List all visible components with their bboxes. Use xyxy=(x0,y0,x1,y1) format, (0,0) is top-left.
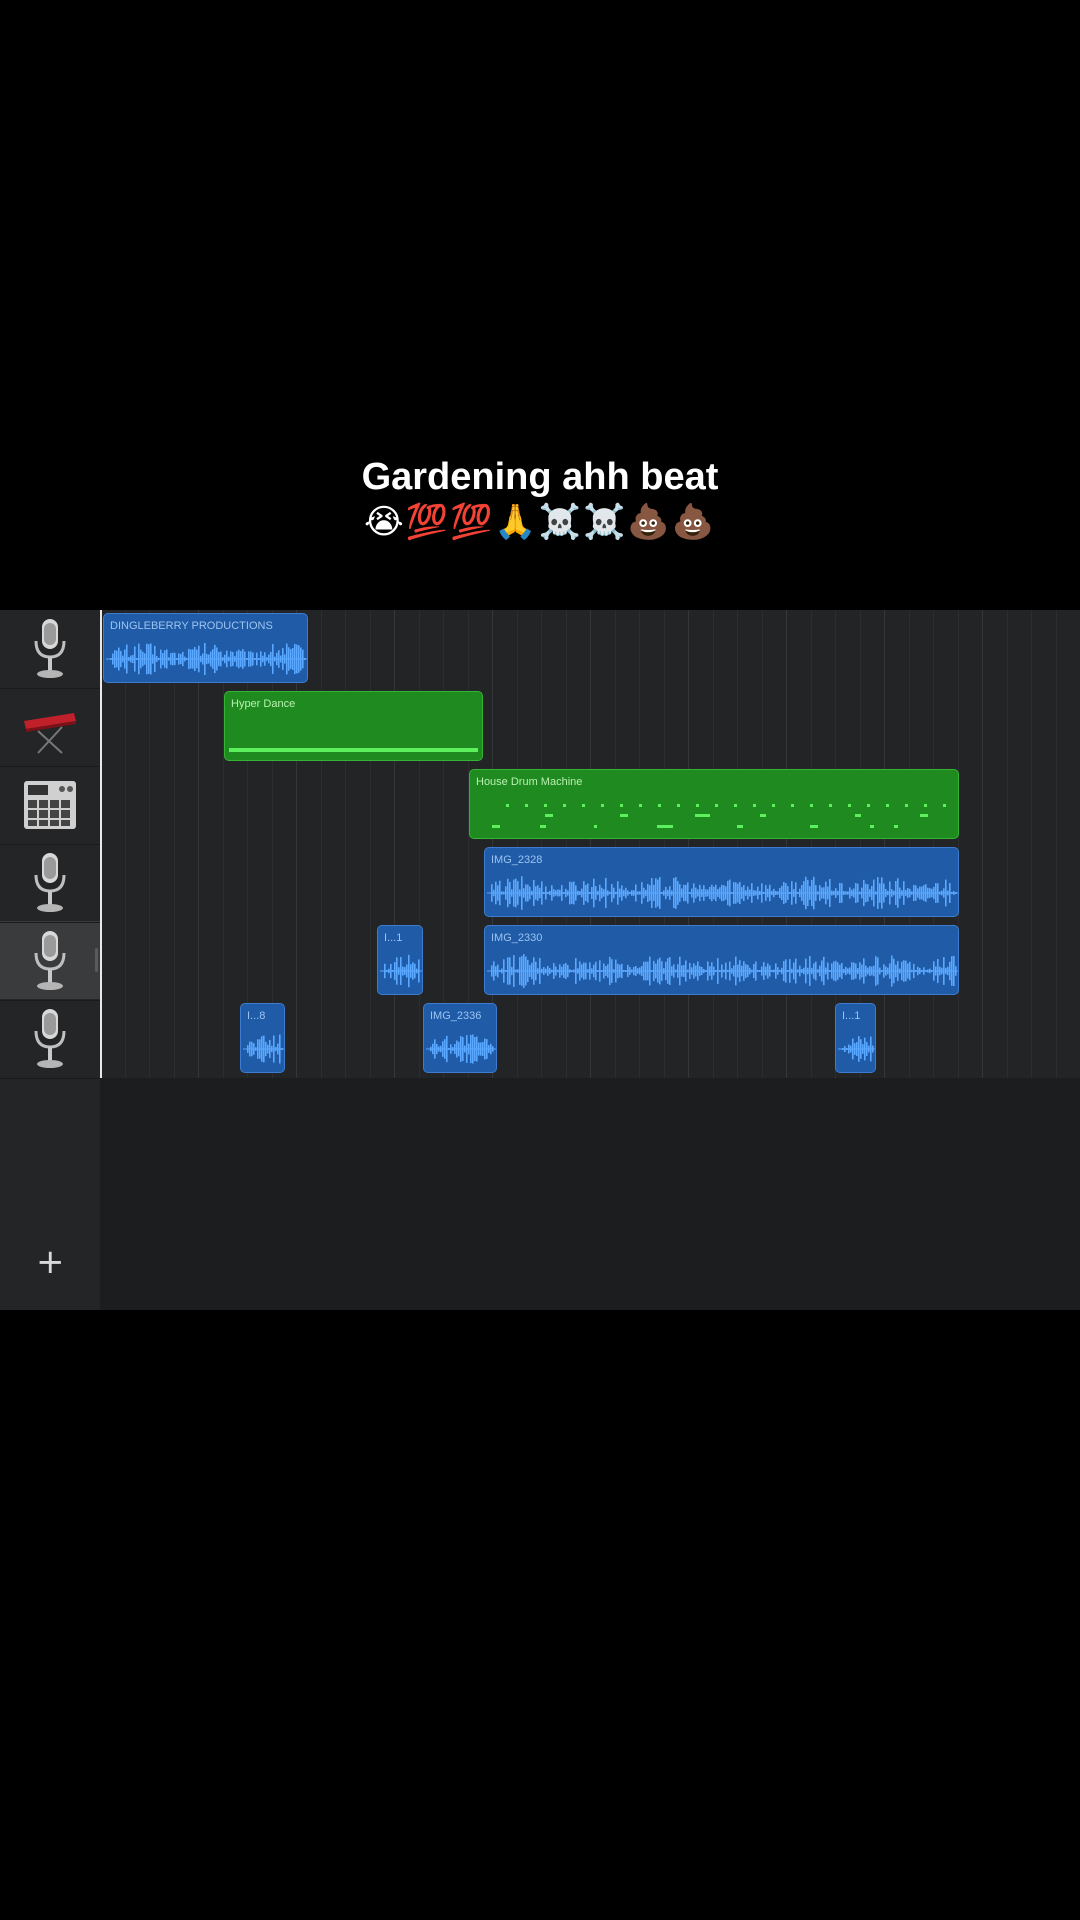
waveform xyxy=(426,1034,496,1064)
region-label: Hyper Dance xyxy=(231,698,296,710)
waveform xyxy=(243,1034,284,1064)
grid-line xyxy=(786,610,787,1078)
waveform xyxy=(487,876,958,910)
region-label: IMG_2328 xyxy=(491,854,543,866)
waveform xyxy=(838,1036,875,1062)
playhead[interactable] xyxy=(100,610,102,1078)
grid-line xyxy=(982,610,983,1078)
microphone-icon xyxy=(34,931,66,990)
grid-line xyxy=(590,610,591,1078)
track-header-3[interactable] xyxy=(0,766,100,845)
audio-region[interactable]: DINGLEBERRY PRODUCTIONS xyxy=(103,613,308,683)
grid-line xyxy=(737,610,738,1078)
region-label: House Drum Machine xyxy=(476,776,583,788)
microphone-icon xyxy=(34,619,66,678)
midi-note-line xyxy=(229,748,478,752)
grid-line xyxy=(933,610,934,1078)
grid-line xyxy=(565,610,567,1078)
grid-line xyxy=(614,610,616,1078)
audio-region[interactable]: I...8 xyxy=(240,1003,285,1073)
grid-line xyxy=(639,610,640,1078)
region-label: IMG_2330 xyxy=(491,932,543,944)
track-header-4[interactable] xyxy=(0,844,100,923)
grid-line xyxy=(1006,610,1008,1078)
midi-region[interactable]: Hyper Dance xyxy=(224,691,483,761)
grid-line xyxy=(957,610,959,1078)
microphone-icon xyxy=(34,853,66,912)
grid-line xyxy=(884,610,885,1078)
grid-line xyxy=(663,610,665,1078)
track-header-2[interactable] xyxy=(0,688,100,767)
grid-line xyxy=(345,610,346,1078)
waveform xyxy=(106,642,307,676)
drum-machine-icon xyxy=(24,781,76,829)
audio-region[interactable]: IMG_2336 xyxy=(423,1003,497,1073)
grid-line xyxy=(1055,610,1057,1078)
grid-line xyxy=(394,610,395,1078)
grid-line xyxy=(688,610,689,1078)
midi-notes xyxy=(492,804,946,828)
region-label: I...1 xyxy=(842,1010,861,1022)
region-label: I...8 xyxy=(247,1010,266,1022)
midi-region[interactable]: House Drum Machine xyxy=(469,769,959,839)
keyboard-synth-icon xyxy=(24,713,76,754)
region-label: IMG_2336 xyxy=(430,1010,482,1022)
waveform xyxy=(380,954,422,988)
video-caption-title: Gardening ahh beat xyxy=(361,456,719,498)
timeline-area[interactable]: DINGLEBERRY PRODUCTIONS Hyper Dance Hous… xyxy=(100,610,1080,1310)
audio-region[interactable]: IMG_2328 xyxy=(484,847,959,917)
grid-line xyxy=(541,610,542,1078)
audio-region[interactable]: I...1 xyxy=(377,925,423,995)
garageband-tracks-view: + DINGLEBERRY PRODUCTIONS Hyper Dance Ho… xyxy=(0,610,1080,1310)
microphone-icon xyxy=(34,1009,66,1068)
region-label: I...1 xyxy=(384,932,403,944)
track-header-5[interactable] xyxy=(0,922,100,1001)
audio-region[interactable]: IMG_2330 xyxy=(484,925,959,995)
grid-line xyxy=(908,610,910,1078)
grid-line xyxy=(761,610,763,1078)
track-resize-handle[interactable] xyxy=(95,948,98,972)
grid-line xyxy=(516,610,518,1078)
audio-region[interactable]: I...1 xyxy=(835,1003,876,1073)
waveform xyxy=(487,954,958,988)
empty-track-area[interactable] xyxy=(100,1078,1080,1310)
video-caption-emoji: 😭💯💯🙏☠️☠️💩💩 xyxy=(363,502,717,542)
grid-line xyxy=(418,610,420,1078)
grid-line xyxy=(712,610,714,1078)
track-headers: + xyxy=(0,610,100,1310)
grid-line xyxy=(369,610,371,1078)
grid-line xyxy=(320,610,322,1078)
grid-line xyxy=(1031,610,1032,1078)
track-header-1[interactable] xyxy=(0,610,100,689)
track-header-6[interactable] xyxy=(0,1000,100,1079)
region-label: DINGLEBERRY PRODUCTIONS xyxy=(110,620,273,632)
add-track-button[interactable]: + xyxy=(36,1245,65,1279)
grid-line xyxy=(810,610,812,1078)
